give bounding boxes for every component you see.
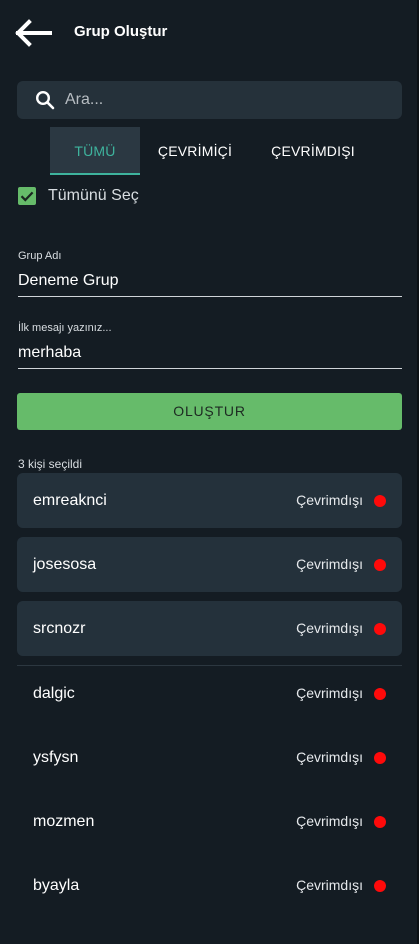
group-name-field[interactable] xyxy=(18,266,402,297)
offline-dot-icon xyxy=(374,688,386,700)
user-status: Çevrimdışı xyxy=(296,620,363,636)
create-button[interactable]: OLUŞTUR xyxy=(17,393,402,430)
first-message-label: İlk mesajı yazınız... xyxy=(18,322,112,334)
user-status: Çevrimdışı xyxy=(296,813,363,829)
user-name: josesosa xyxy=(33,556,97,573)
first-message-field[interactable] xyxy=(18,338,402,369)
offline-dot-icon xyxy=(374,752,386,764)
offline-dot-icon xyxy=(374,880,386,892)
user-name: dalgic xyxy=(33,685,75,702)
offline-dot-icon xyxy=(374,623,386,635)
user-status: Çevrimdışı xyxy=(296,556,363,572)
offline-dot-icon xyxy=(374,559,386,571)
search-box xyxy=(17,81,402,119)
tab-offline[interactable]: ÇEVRİMDIŞI xyxy=(258,127,368,173)
tab-online[interactable]: ÇEVRİMİÇİ xyxy=(150,127,240,173)
selected-user-item[interactable]: srcnozr Çevrimdışı xyxy=(17,601,402,656)
search-icon xyxy=(35,90,55,110)
user-status: Çevrimdışı xyxy=(296,492,363,508)
header: Grup Oluştur xyxy=(0,0,417,66)
user-item[interactable]: ysfysn Çevrimdışı xyxy=(17,730,402,785)
user-status: Çevrimdışı xyxy=(296,749,363,765)
user-name: byayla xyxy=(33,877,80,894)
search-input[interactable] xyxy=(65,81,385,119)
user-name: emreaknci xyxy=(33,492,107,509)
create-group-panel: Grup Oluştur TÜMÜ ÇEVRİMİÇİ ÇEVRİMDIŞI T… xyxy=(0,0,419,944)
tab-all[interactable]: TÜMÜ xyxy=(50,127,140,175)
user-name: ysfysn xyxy=(33,749,79,766)
selected-count: 3 kişi seçildi xyxy=(18,457,83,471)
user-status: Çevrimdışı xyxy=(296,877,363,893)
select-all-label: Tümünü Seç xyxy=(48,187,139,204)
user-item[interactable]: mozmen Çevrimdışı xyxy=(17,794,402,849)
offline-dot-icon xyxy=(374,816,386,828)
offline-dot-icon xyxy=(374,495,386,507)
selected-user-item[interactable]: emreaknci Çevrimdışı xyxy=(17,473,402,528)
user-name: srcnozr xyxy=(33,620,86,637)
select-all-checkbox[interactable] xyxy=(18,187,36,205)
group-name-label: Grup Adı xyxy=(18,250,62,262)
user-name: mozmen xyxy=(33,813,95,830)
user-item[interactable]: dalgic Çevrimdışı xyxy=(17,666,402,721)
user-status: Çevrimdışı xyxy=(296,685,363,701)
arrow-left-icon xyxy=(15,19,52,47)
checkmark-icon xyxy=(20,191,34,202)
page-title: Grup Oluştur xyxy=(74,23,168,40)
user-item[interactable]: byayla Çevrimdışı xyxy=(17,858,402,913)
back-button[interactable] xyxy=(14,18,52,48)
selected-user-item[interactable]: josesosa Çevrimdışı xyxy=(17,537,402,592)
